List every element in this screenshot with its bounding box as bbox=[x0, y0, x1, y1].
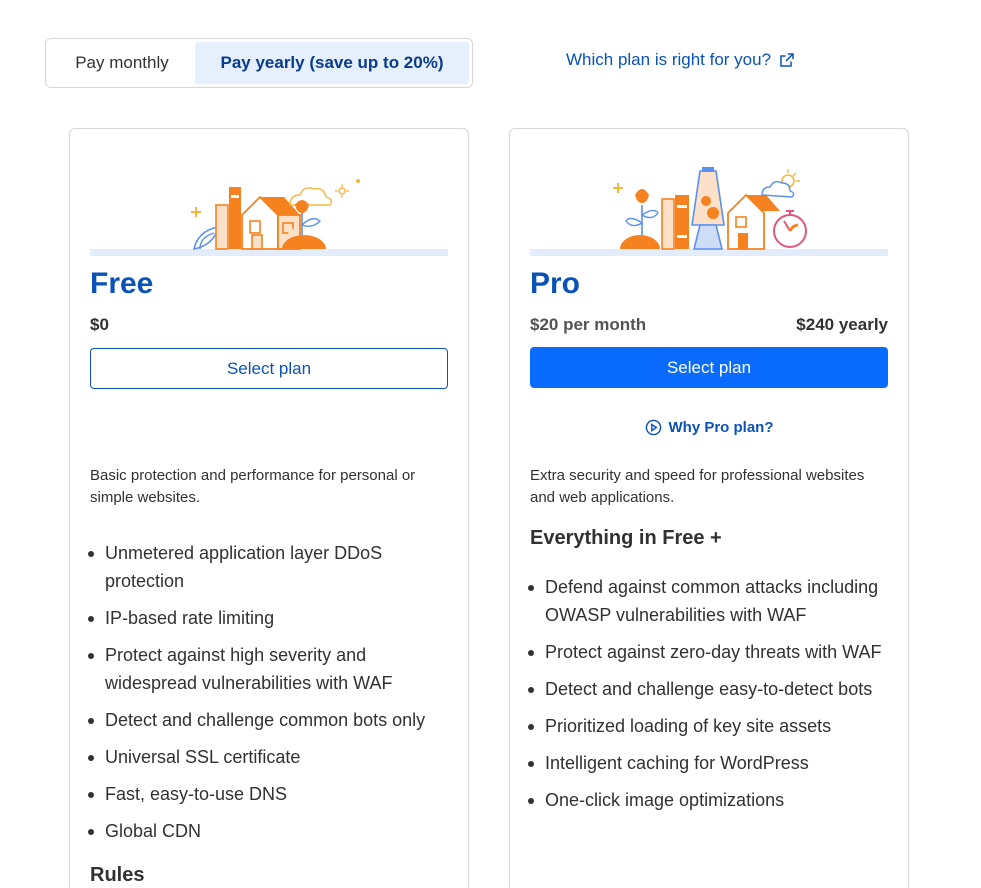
free-plan-illustration bbox=[90, 165, 448, 257]
external-link-icon bbox=[780, 53, 794, 67]
feature-item: Protect against high severity and widesp… bbox=[88, 641, 448, 697]
feature-item: Unmetered application layer DDoS protect… bbox=[88, 539, 448, 595]
select-plan-free-button[interactable]: Select plan bbox=[90, 348, 448, 389]
rules-heading: Rules bbox=[90, 864, 145, 886]
select-plan-pro-button[interactable]: Select plan bbox=[530, 347, 888, 388]
price-row-free: $0 bbox=[90, 315, 448, 335]
feature-item: Fast, easy-to-use DNS bbox=[88, 780, 448, 808]
plan-name-free: Free bbox=[90, 267, 154, 300]
feature-item: One-click image optimizations bbox=[528, 786, 888, 814]
pay-yearly-option[interactable]: Pay yearly (save up to 20%) bbox=[195, 42, 469, 84]
feature-item: Global CDN bbox=[88, 817, 448, 845]
feature-item: Intelligent caching for WordPress bbox=[528, 749, 888, 777]
plan-description-pro: Extra security and speed for professiona… bbox=[530, 467, 865, 506]
feature-list-free: Unmetered application layer DDoS protect… bbox=[88, 539, 448, 854]
everything-in-free-heading: Everything in Free + bbox=[530, 527, 722, 549]
price-free: $0 bbox=[90, 315, 109, 334]
price-yearly-pro: $240 yearly bbox=[796, 315, 888, 334]
feature-item: Prioritized loading of key site assets bbox=[528, 712, 888, 740]
plan-name-pro: Pro bbox=[530, 267, 581, 300]
why-pro-plan-label: Why Pro plan? bbox=[668, 419, 774, 436]
plan-card-free: Free $0 Select plan Basic protection and… bbox=[69, 128, 469, 888]
feature-item: Defend against common attacks including … bbox=[528, 573, 888, 629]
feature-item: Detect and challenge easy-to-detect bots bbox=[528, 675, 888, 703]
feature-list-pro: Defend against common attacks including … bbox=[528, 573, 888, 823]
feature-item: IP-based rate limiting bbox=[88, 604, 448, 632]
plan-description-free: Basic protection and performance for per… bbox=[90, 467, 416, 506]
why-pro-plan-link[interactable]: Why Pro plan? bbox=[510, 419, 908, 436]
billing-toggle: Pay monthly Pay yearly (save up to 20%) bbox=[45, 38, 473, 88]
plan-card-pro: Pro $20 per month $240 yearly Select pla… bbox=[509, 128, 909, 888]
feature-item: Universal SSL certificate bbox=[88, 743, 448, 771]
which-plan-link-label: Which plan is right for you? bbox=[566, 50, 772, 69]
pricing-page: Pay monthly Pay yearly (save up to 20%) … bbox=[0, 0, 981, 888]
play-circle-icon bbox=[645, 419, 661, 436]
feature-item: Detect and challenge common bots only bbox=[88, 706, 448, 734]
price-monthly-pro: $20 per month bbox=[530, 315, 647, 334]
feature-item: Protect against zero-day threats with WA… bbox=[528, 638, 888, 666]
which-plan-link[interactable]: Which plan is right for you? bbox=[566, 50, 795, 70]
price-row-pro: $20 per month $240 yearly bbox=[530, 315, 888, 335]
pro-plan-illustration bbox=[530, 165, 888, 257]
pay-monthly-option[interactable]: Pay monthly bbox=[49, 42, 195, 84]
